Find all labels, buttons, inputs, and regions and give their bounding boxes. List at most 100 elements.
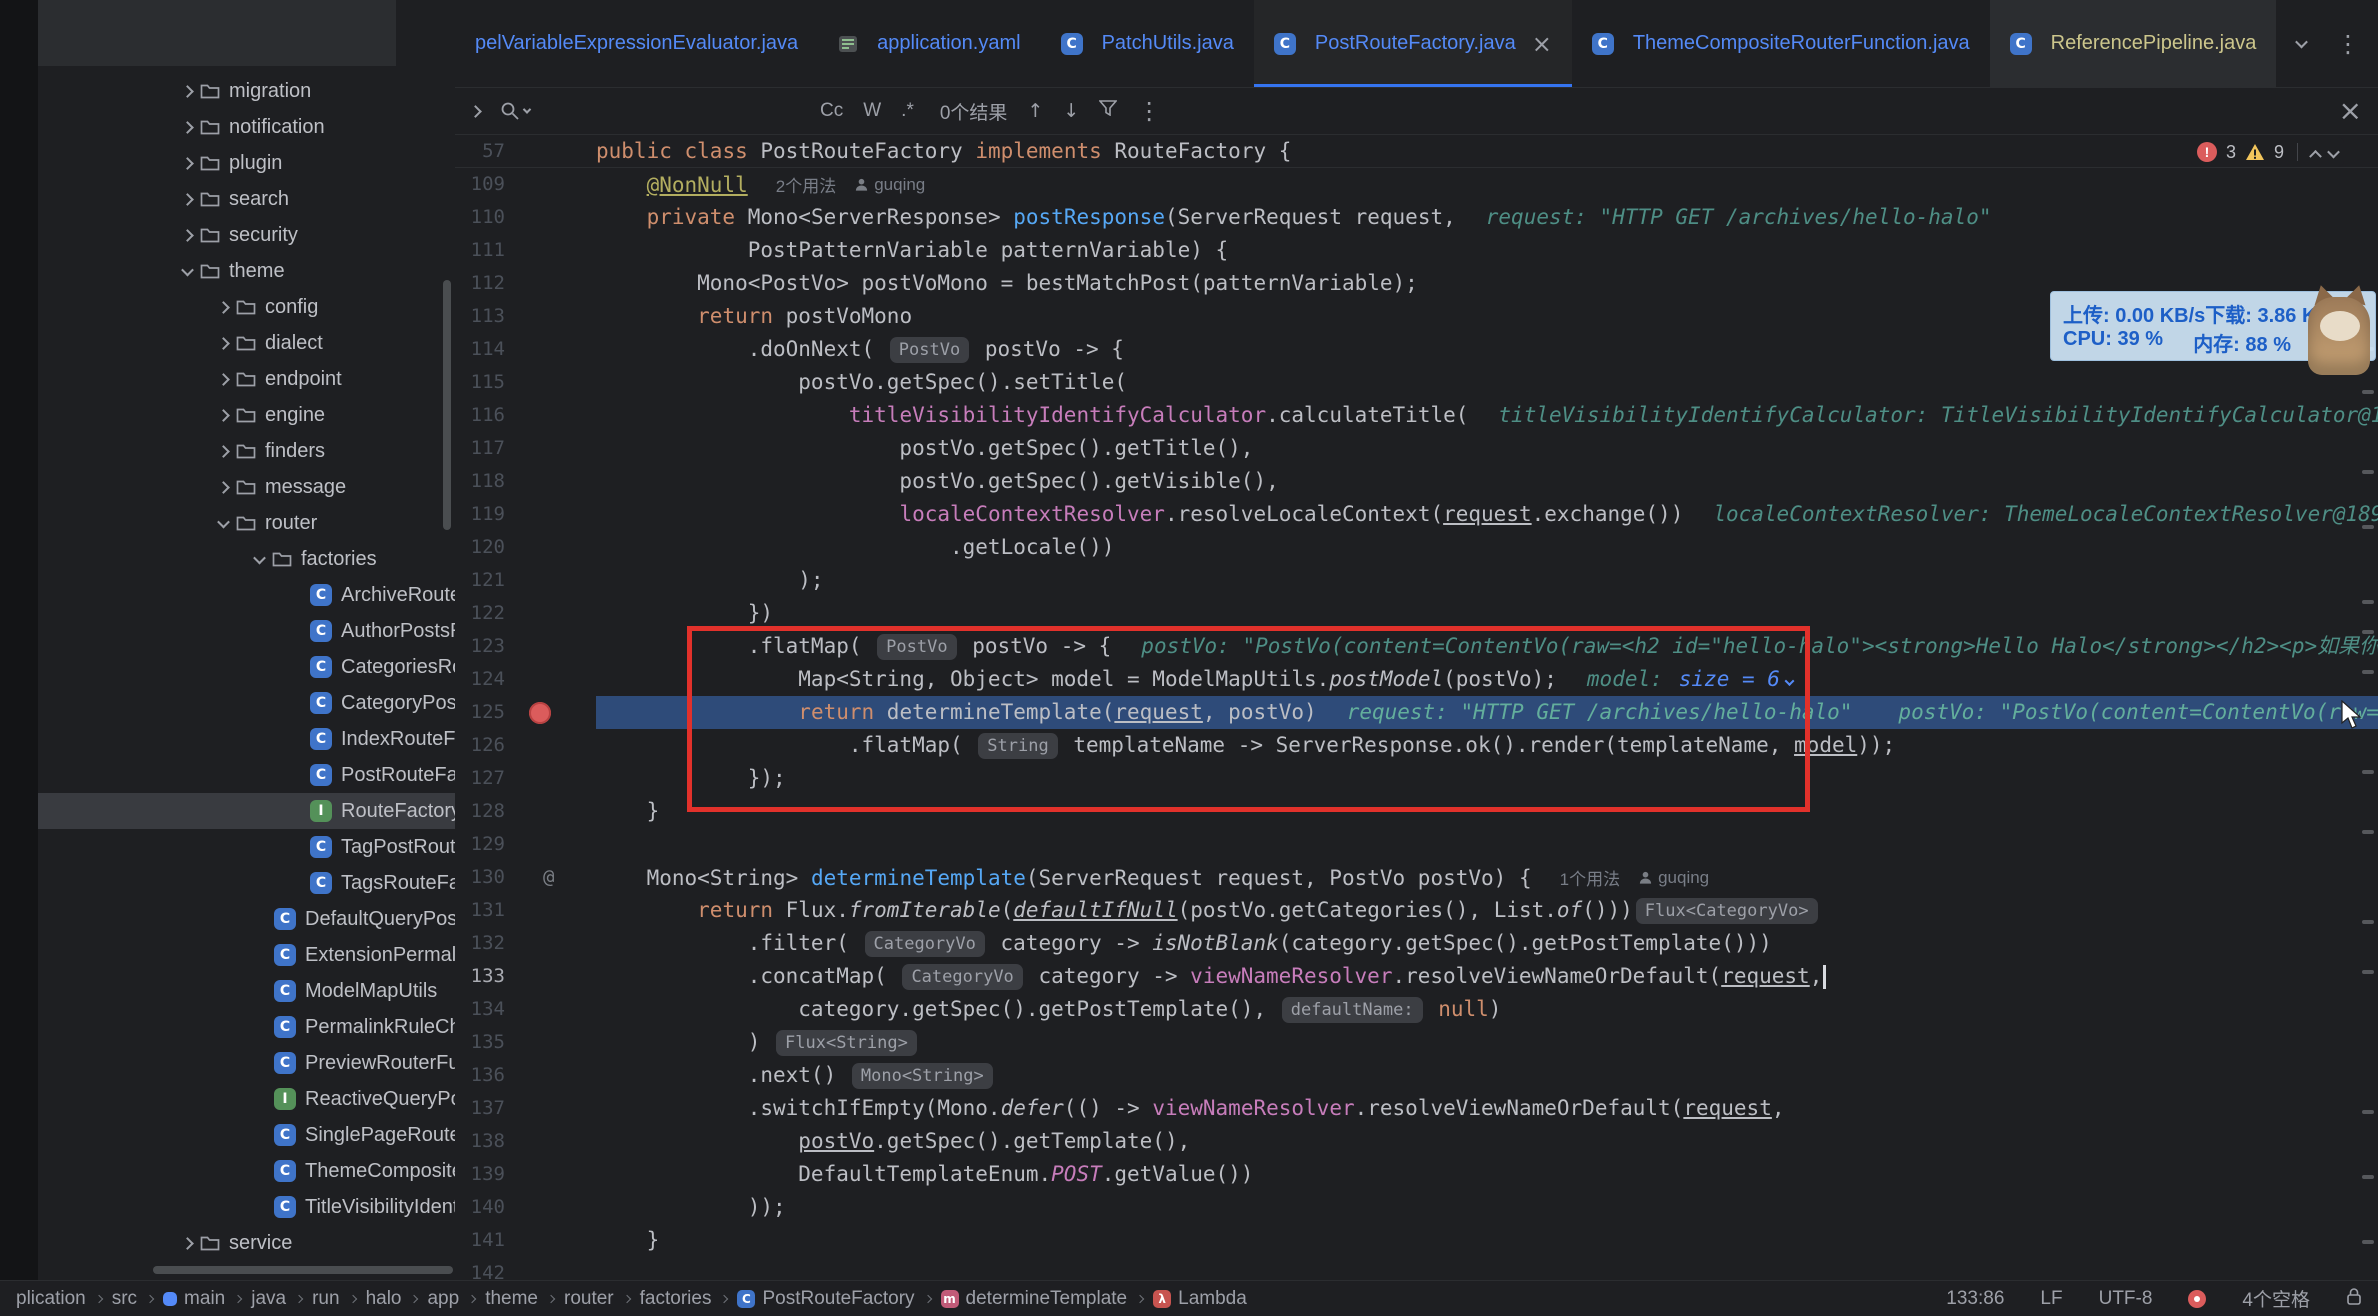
gutter-icon-area[interactable] bbox=[505, 762, 596, 795]
gutter-icon-area[interactable] bbox=[505, 201, 596, 234]
breadcrumb-app[interactable]: app bbox=[427, 1288, 459, 1310]
gutter-icon-area[interactable] bbox=[505, 927, 596, 960]
search-more-icon[interactable]: ⋮ bbox=[1137, 97, 1161, 125]
breadcrumb-plication[interactable]: plication bbox=[16, 1288, 86, 1310]
tab-referencepipeline-java[interactable]: CReferencePipeline.java bbox=[1990, 0, 2277, 87]
gutter-icon-area[interactable] bbox=[505, 630, 596, 663]
chevron-right-icon[interactable] bbox=[210, 375, 236, 384]
gutter-icon-area[interactable] bbox=[505, 465, 596, 498]
gutter-line-number[interactable]: 137 bbox=[455, 1092, 505, 1125]
gutter-line-number[interactable]: 109 bbox=[455, 168, 505, 201]
gutter-line-number[interactable]: 119 bbox=[455, 498, 505, 531]
tree-item-tagpostroutefac[interactable]: CTagPostRouteFac bbox=[38, 829, 455, 865]
gutter-line-number[interactable]: 115 bbox=[455, 366, 505, 399]
tree-item-reactivequerypostp[interactable]: IReactiveQueryPostP bbox=[38, 1081, 455, 1117]
gutter-line-number[interactable]: 113 bbox=[455, 300, 505, 333]
tree-item-titlevisibilityidentify[interactable]: CTitleVisibilityIdentify bbox=[38, 1189, 455, 1225]
inspections-widget[interactable]: ! 3 9 bbox=[2191, 137, 2344, 167]
tree-item-config[interactable]: config bbox=[38, 289, 455, 325]
gutter-icon-area[interactable] bbox=[505, 300, 596, 333]
gutter-line-number[interactable]: 111 bbox=[455, 234, 505, 267]
gutter-icon-area[interactable] bbox=[505, 1059, 596, 1092]
gutter-line-number[interactable]: 117 bbox=[455, 432, 505, 465]
indent-style[interactable]: 4个空格 bbox=[2242, 1285, 2310, 1312]
gutter-icon-area[interactable] bbox=[505, 993, 596, 1026]
breakpoint-icon[interactable] bbox=[529, 702, 551, 724]
usages-inlay[interactable]: 2个用法 bbox=[776, 177, 836, 196]
next-occurrence-icon[interactable]: ↓ bbox=[1063, 100, 1079, 122]
gutter-icon-area[interactable] bbox=[505, 1125, 596, 1158]
gutter-line-number[interactable]: 120 bbox=[455, 531, 505, 564]
tree-item-routefactory[interactable]: IRouteFactory bbox=[38, 793, 455, 829]
gutter-icon-area[interactable] bbox=[505, 135, 596, 167]
tree-item-defaultquerypostpr[interactable]: CDefaultQueryPostPr bbox=[38, 901, 455, 937]
gutter-icon-area[interactable] bbox=[505, 366, 596, 399]
tree-item-previewrouterfunct[interactable]: CPreviewRouterFunct bbox=[38, 1045, 455, 1081]
tree-item-categoriesroute[interactable]: CCategoriesRoute bbox=[38, 649, 455, 685]
breadcrumb-router[interactable]: router bbox=[564, 1288, 614, 1310]
chevron-down-icon[interactable] bbox=[246, 555, 272, 564]
chevron-right-icon[interactable] bbox=[210, 339, 236, 348]
breadcrumb-run[interactable]: run bbox=[312, 1288, 339, 1310]
tab-patchutils-java[interactable]: CPatchUtils.java bbox=[1041, 0, 1254, 87]
chevron-right-icon[interactable] bbox=[174, 87, 200, 96]
gutter-line-number[interactable]: 126 bbox=[455, 729, 505, 762]
breadcrumb-postroutefactory[interactable]: CPostRouteFactory bbox=[737, 1288, 914, 1310]
gutter-icon-area[interactable] bbox=[505, 498, 596, 531]
gutter-line-number[interactable]: 132 bbox=[455, 927, 505, 960]
gutter-icon-area[interactable] bbox=[505, 729, 596, 762]
breadcrumb-lambda[interactable]: λLambda bbox=[1153, 1288, 1247, 1310]
usages-inlay[interactable]: 1个用法 bbox=[1560, 870, 1620, 889]
gutter-icon-area[interactable] bbox=[505, 1224, 596, 1257]
gutter-line-number[interactable]: 114 bbox=[455, 333, 505, 366]
gutter-icon-area[interactable] bbox=[505, 1191, 596, 1224]
gutter-icon-area[interactable] bbox=[505, 564, 596, 597]
gutter-icon-area[interactable]: @ bbox=[505, 861, 596, 894]
sidebar-vertical-scrollbar[interactable] bbox=[443, 280, 451, 530]
line-separator[interactable]: LF bbox=[2040, 1288, 2062, 1310]
tree-item-finders[interactable]: finders bbox=[38, 433, 455, 469]
gutter-icon-area[interactable] bbox=[505, 828, 596, 861]
chevron-right-icon[interactable] bbox=[174, 195, 200, 204]
tree-item-modelmaputils[interactable]: CModelMapUtils bbox=[38, 973, 455, 1009]
gutter-line-number[interactable]: 110 bbox=[455, 201, 505, 234]
gutter-line-number[interactable]: 133 bbox=[455, 960, 505, 993]
tab-application-yaml[interactable]: application.yaml bbox=[818, 0, 1040, 87]
gutter-icon-area[interactable] bbox=[505, 795, 596, 828]
breadcrumb-main[interactable]: main bbox=[163, 1288, 225, 1310]
author-inlay[interactable]: guqing bbox=[854, 168, 925, 201]
gutter-icon-area[interactable] bbox=[505, 333, 596, 366]
gutter-icon-area[interactable] bbox=[505, 960, 596, 993]
gutter-icon-area[interactable] bbox=[505, 1026, 596, 1059]
gutter-icon-area[interactable] bbox=[505, 234, 596, 267]
tabbar-more-icon[interactable]: ⋮ bbox=[2336, 30, 2360, 58]
tree-item-permalinkrulechang[interactable]: CPermalinkRuleChang bbox=[38, 1009, 455, 1045]
gutter-line-number[interactable]: 121 bbox=[455, 564, 505, 597]
breadcrumb-determinetemplate[interactable]: mdetermineTemplate bbox=[941, 1288, 1128, 1310]
lock-icon[interactable] bbox=[2346, 1287, 2362, 1311]
gutter-icon-area[interactable] bbox=[505, 663, 596, 696]
chevron-down-icon[interactable] bbox=[210, 519, 236, 528]
breadcrumb-src[interactable]: src bbox=[112, 1288, 137, 1310]
find-expand-icon[interactable] bbox=[471, 100, 480, 122]
breadcrumb-halo[interactable]: halo bbox=[366, 1288, 402, 1310]
previous-problem-icon[interactable] bbox=[2311, 142, 2320, 163]
gutter-icon-area[interactable] bbox=[505, 267, 596, 300]
tree-item-tagsroutefactor[interactable]: CTagsRouteFactor bbox=[38, 865, 455, 901]
search-input[interactable] bbox=[550, 95, 800, 127]
gutter-icon-area[interactable] bbox=[505, 531, 596, 564]
gutter-line-number[interactable]: 122 bbox=[455, 597, 505, 630]
gutter-line-number[interactable]: 139 bbox=[455, 1158, 505, 1191]
tree-item-theme[interactable]: theme bbox=[38, 253, 455, 289]
gutter-line-number[interactable]: 125 bbox=[455, 696, 505, 729]
encoding[interactable]: UTF-8 bbox=[2099, 1288, 2153, 1310]
gutter-line-number[interactable]: 136 bbox=[455, 1059, 505, 1092]
close-tab-icon[interactable]: × bbox=[1532, 30, 1552, 58]
tab-postroutefactory-java[interactable]: CPostRouteFactory.java× bbox=[1254, 0, 1572, 87]
author-inlay[interactable]: guqing bbox=[1638, 861, 1709, 894]
gutter-line-number[interactable]: 142 bbox=[455, 1257, 505, 1280]
next-problem-icon[interactable] bbox=[2329, 142, 2338, 163]
close-search-icon[interactable]: × bbox=[2339, 97, 2362, 125]
breadcrumb-theme[interactable]: theme bbox=[485, 1288, 538, 1310]
gutter-line-number[interactable]: 135 bbox=[455, 1026, 505, 1059]
